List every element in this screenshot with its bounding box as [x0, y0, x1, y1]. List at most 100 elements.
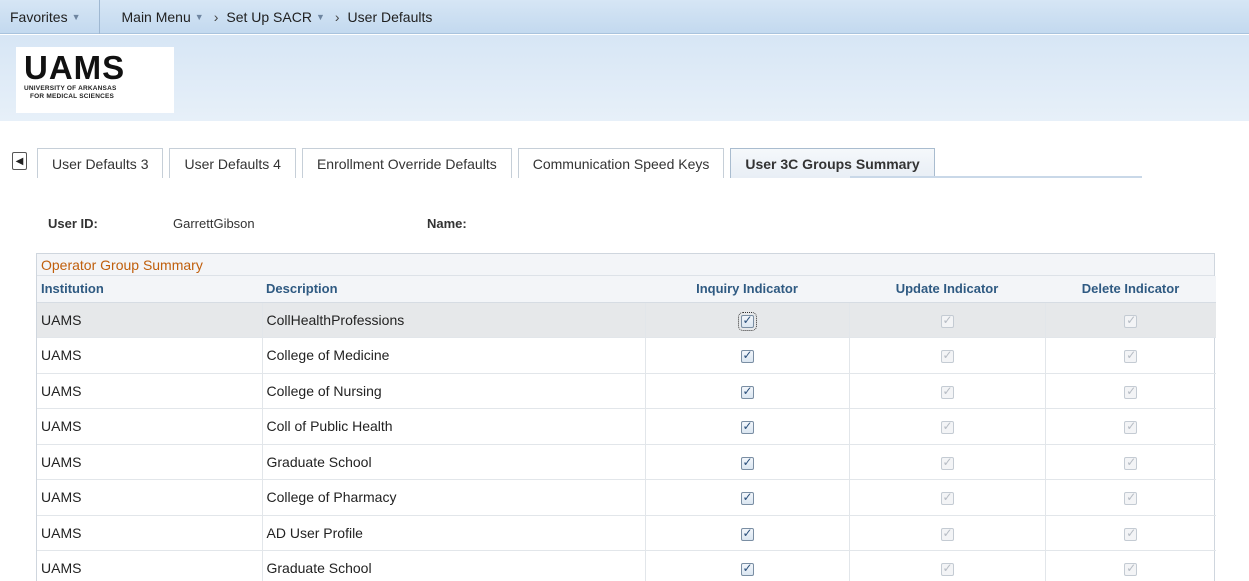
- user-id-value: GarrettGibson: [173, 216, 255, 231]
- main-menu-link[interactable]: Main Menu: [122, 9, 191, 25]
- inquiry-indicator-checkbox[interactable]: [740, 419, 754, 435]
- description-cell: College of Medicine: [261, 337, 645, 374]
- description-cell: CollHealthProfessions: [261, 302, 645, 338]
- description-cell: College of Nursing: [261, 373, 645, 409]
- logo-wordmark: UAMS: [24, 49, 126, 86]
- institution-cell: UAMS: [37, 302, 262, 338]
- col-update-indicator[interactable]: Update Indicator: [849, 276, 1045, 303]
- delete-indicator-checkbox: [1124, 455, 1138, 470]
- col-institution[interactable]: Institution: [37, 276, 262, 303]
- tab-scroll-left-icon[interactable]: ◀: [12, 152, 27, 170]
- description-cell: Coll of Public Health: [261, 408, 645, 445]
- inquiry-indicator-checkbox[interactable]: [740, 561, 754, 577]
- col-description[interactable]: Description: [262, 276, 645, 303]
- operator-group-table: Institution Description Inquiry Indicato…: [37, 276, 1216, 581]
- delete-cell: [1044, 444, 1216, 480]
- table-row: UAMS AD User Profile: [37, 515, 1216, 551]
- chevron-down-icon: ▼: [71, 11, 81, 22]
- table-header-row: Institution Description Inquiry Indicato…: [37, 276, 1216, 303]
- delete-indicator-checkbox: [1124, 419, 1138, 435]
- breadcrumb: Main Menu ▼ › Set Up SACR ▼ › User Defau…: [100, 9, 433, 25]
- tab-user-defaults-3[interactable]: User Defaults 3: [37, 148, 164, 178]
- inquiry-cell: [644, 444, 849, 480]
- delete-indicator-checkbox: [1124, 490, 1138, 506]
- delete-indicator-checkbox: [1124, 561, 1138, 577]
- update-cell: [848, 373, 1045, 409]
- inquiry-cell: [644, 302, 849, 338]
- update-cell: [848, 479, 1045, 516]
- delete-indicator-checkbox: [1124, 313, 1138, 328]
- inquiry-cell: [644, 550, 849, 581]
- table-row: UAMS College of Nursing: [37, 373, 1216, 409]
- tab-enrollment-override-defaults[interactable]: Enrollment Override Defaults: [301, 148, 512, 178]
- chevron-down-icon: ▼: [194, 11, 204, 22]
- tab-strip: ◀ User Defaults 3 User Defaults 4 Enroll…: [12, 146, 941, 178]
- update-cell: [848, 408, 1045, 445]
- inquiry-cell: [644, 479, 849, 516]
- inquiry-indicator-checkbox[interactable]: [740, 526, 754, 541]
- institution-cell: UAMS: [37, 550, 262, 581]
- header-banner: UAMS UNIVERSITY OF ARKANSAS FOR MEDICAL …: [0, 35, 1249, 121]
- description-cell: Graduate School: [261, 444, 645, 480]
- delete-cell: [1044, 373, 1216, 409]
- table-row: UAMS Graduate School: [37, 550, 1216, 581]
- update-indicator-checkbox: [940, 490, 954, 506]
- institution-cell: UAMS: [37, 444, 262, 480]
- table-row: UAMS College of Pharmacy: [37, 479, 1216, 516]
- delete-cell: [1044, 408, 1216, 445]
- tab-user-3c-groups-summary[interactable]: User 3C Groups Summary: [730, 148, 935, 178]
- update-indicator-checkbox: [940, 313, 954, 328]
- inquiry-indicator-checkbox[interactable]: [740, 348, 754, 364]
- logo-line-2: FOR MEDICAL SCIENCES: [30, 93, 115, 100]
- institution-cell: UAMS: [37, 515, 262, 551]
- description-cell: Graduate School: [261, 550, 645, 581]
- table-row: UAMS Coll of Public Health: [37, 408, 1216, 445]
- logo-line-1: UNIVERSITY OF ARKANSAS: [24, 85, 117, 92]
- top-nav-bar: Favorites ▼ Main Menu ▼ › Set Up SACR ▼ …: [0, 0, 1249, 34]
- breadcrumb-set-up-sacr[interactable]: Set Up SACR: [226, 9, 312, 25]
- favorites-label: Favorites: [10, 8, 68, 25]
- update-cell: [848, 302, 1045, 338]
- delete-indicator-checkbox: [1124, 526, 1138, 541]
- table-row: UAMS College of Medicine: [37, 337, 1216, 374]
- update-indicator-checkbox: [940, 526, 954, 541]
- delete-indicator-checkbox: [1124, 348, 1138, 364]
- chevron-down-icon: ▼: [315, 11, 325, 22]
- update-cell: [848, 550, 1045, 581]
- tab-user-defaults-4[interactable]: User Defaults 4: [169, 148, 296, 178]
- institution-cell: UAMS: [37, 337, 262, 374]
- breadcrumb-user-defaults: User Defaults: [347, 8, 433, 25]
- inquiry-cell: [644, 515, 849, 551]
- inquiry-indicator-checkbox[interactable]: [737, 311, 757, 331]
- inquiry-indicator-checkbox[interactable]: [740, 455, 754, 470]
- delete-cell: [1044, 515, 1216, 551]
- update-indicator-checkbox: [940, 384, 954, 399]
- inquiry-cell: [644, 373, 849, 409]
- update-cell: [848, 515, 1045, 551]
- update-indicator-checkbox: [940, 348, 954, 364]
- col-inquiry-indicator[interactable]: Inquiry Indicator: [645, 276, 849, 303]
- tab-communication-speed-keys[interactable]: Communication Speed Keys: [517, 148, 725, 178]
- inquiry-cell: [644, 408, 849, 445]
- uams-logo: UAMS UNIVERSITY OF ARKANSAS FOR MEDICAL …: [16, 47, 174, 113]
- update-cell: [848, 444, 1045, 480]
- table-body: UAMSCollHealthProfessionsUAMSCollege of …: [37, 302, 1216, 581]
- delete-cell: [1044, 337, 1216, 374]
- update-indicator-checkbox: [940, 419, 954, 435]
- name-label: Name:: [427, 216, 467, 231]
- institution-cell: UAMS: [37, 408, 262, 445]
- favorites-menu[interactable]: Favorites ▼: [0, 0, 100, 34]
- update-indicator-checkbox: [940, 561, 954, 577]
- table-row: UAMS Graduate School: [37, 444, 1216, 480]
- inquiry-cell: [644, 337, 849, 374]
- delete-cell: [1044, 479, 1216, 516]
- inquiry-indicator-checkbox[interactable]: [740, 490, 754, 506]
- grid-title: Operator Group Summary: [37, 254, 1214, 276]
- user-id-label: User ID:: [48, 216, 98, 231]
- col-delete-indicator[interactable]: Delete Indicator: [1045, 276, 1216, 303]
- table-row: UAMS CollHealthProfessions: [37, 302, 1216, 338]
- delete-indicator-checkbox: [1124, 384, 1138, 399]
- update-cell: [848, 337, 1045, 374]
- inquiry-indicator-checkbox[interactable]: [740, 384, 754, 399]
- description-cell: College of Pharmacy: [261, 479, 645, 516]
